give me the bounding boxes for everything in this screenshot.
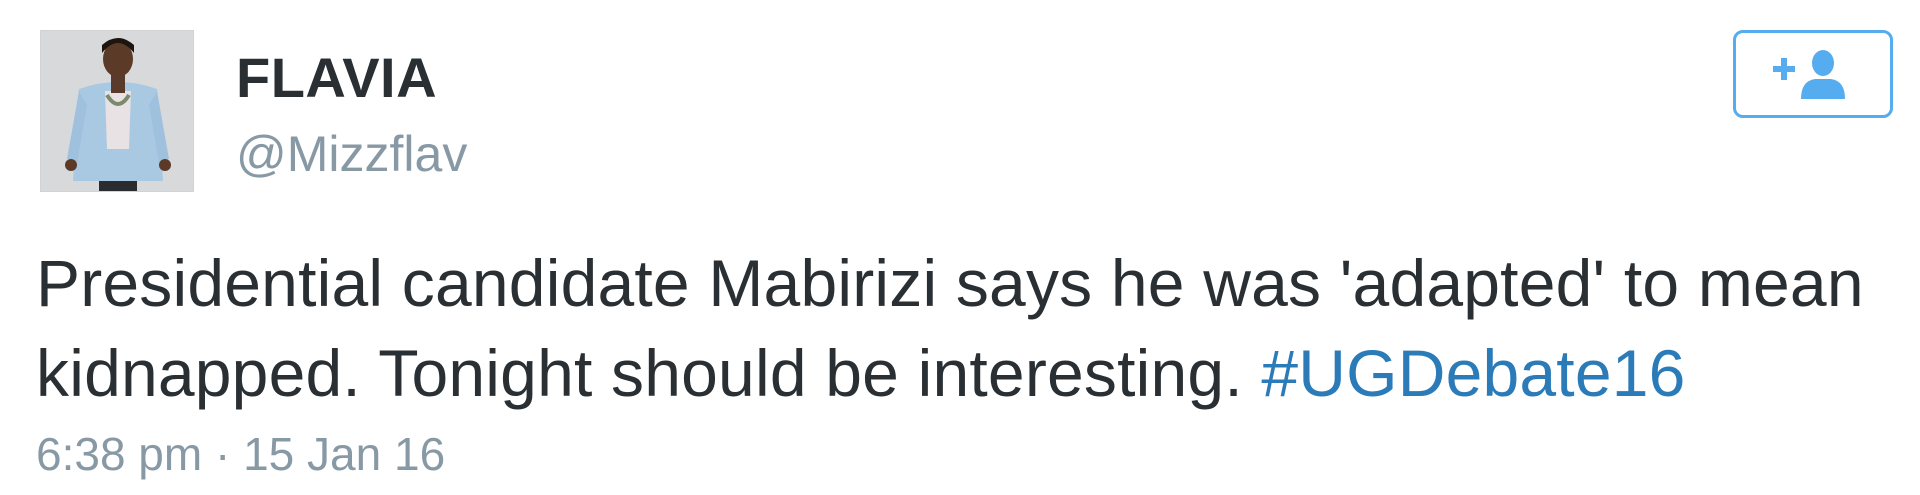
avatar-image xyxy=(41,31,193,191)
display-name[interactable]: FLAVIA xyxy=(236,46,437,110)
user-handle[interactable]: @Mizzflav xyxy=(236,124,467,184)
hashtag-link[interactable]: #UGDebate16 xyxy=(1261,336,1685,410)
follow-button[interactable] xyxy=(1733,30,1893,118)
tweet-card: FLAVIA @Mizzflav Presidential candidate … xyxy=(0,0,1920,495)
follow-user-icon xyxy=(1773,50,1845,99)
tweet-text: Presidential candidate Mabirizi says he … xyxy=(36,238,1896,418)
avatar[interactable] xyxy=(40,30,194,192)
tweet-timestamp[interactable]: 6:38 pm · 15 Jan 16 xyxy=(36,426,445,482)
